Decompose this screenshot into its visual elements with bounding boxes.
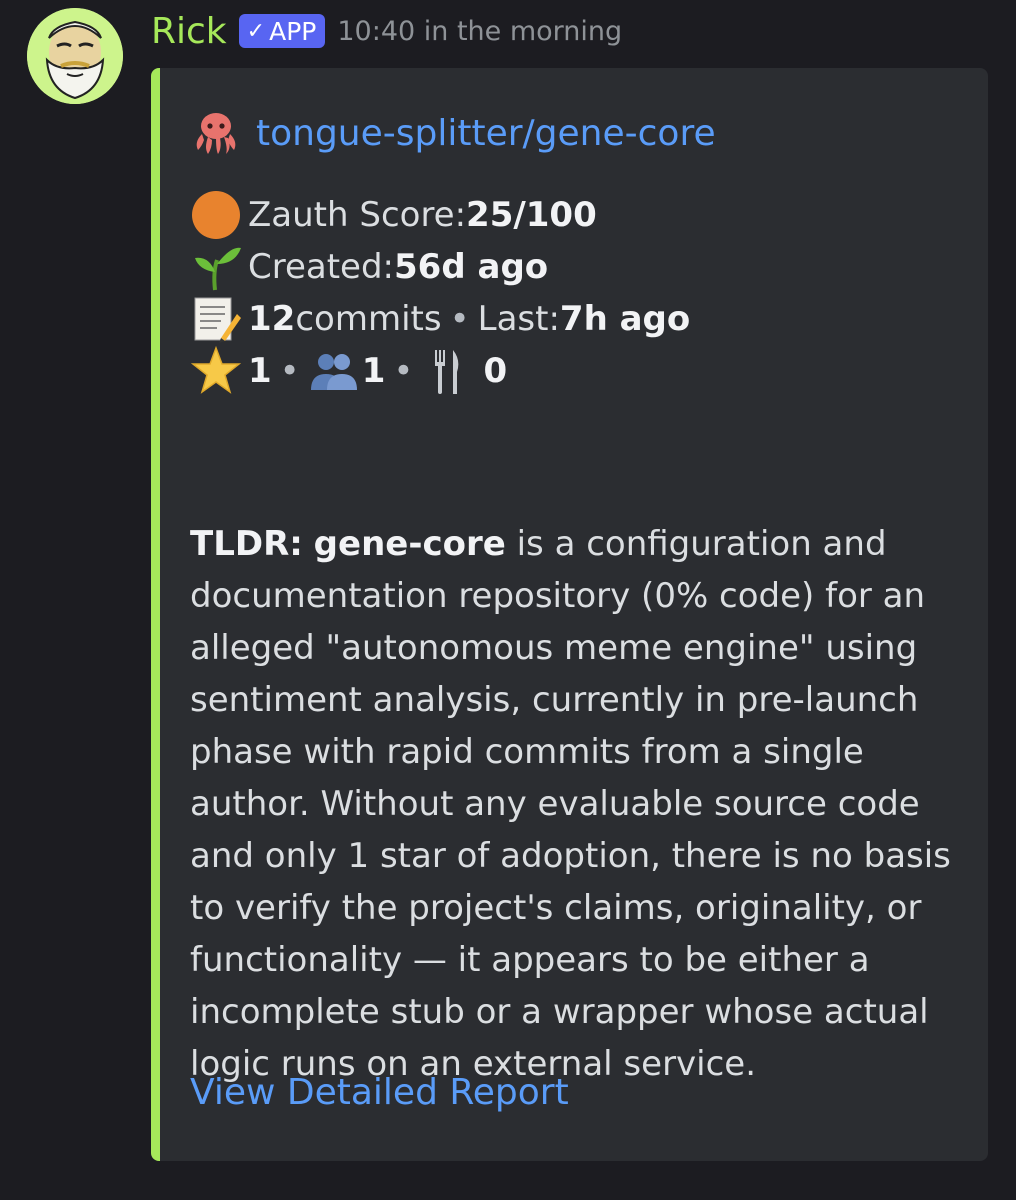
octopus-icon [196, 113, 236, 154]
separator-dot: • [279, 351, 300, 391]
tldr-summary: TLDR: gene-core is a configuration and d… [190, 518, 960, 1090]
tldr-label: TLDR: [190, 524, 303, 564]
contributors-icon [308, 345, 360, 397]
message-header: Rick ✓ APP 10:40 in the morning [151, 6, 622, 56]
tldr-subject: gene-core [313, 524, 506, 564]
stats-block: Zauth Score: 25/100 Created: 56d ago 12 … [190, 189, 690, 397]
star-icon [190, 345, 242, 397]
username[interactable]: Rick [151, 11, 227, 52]
embed-title: tongue-splitter/gene-core [190, 110, 716, 156]
avatar[interactable] [27, 8, 123, 104]
timestamp: 10:40 in the morning [337, 15, 623, 47]
app-badge-label: APP [269, 16, 317, 46]
score-value: 25/100 [466, 195, 597, 235]
embed-card: tongue-splitter/gene-core Zauth Score: 2… [151, 68, 988, 1161]
fork-knife-icon [421, 345, 473, 397]
created-line: Created: 56d ago [190, 241, 690, 293]
contributor-count: 1 [361, 351, 386, 391]
created-value: 56d ago [394, 247, 549, 287]
app-badge: ✓ APP [238, 14, 326, 48]
separator-dot: • [393, 351, 414, 391]
view-report-link[interactable]: View Detailed Report [190, 1072, 569, 1113]
commits-line: 12 commits • Last: 7h ago [190, 293, 690, 345]
score-line: Zauth Score: 25/100 [190, 189, 690, 241]
orange-circle-icon [190, 189, 242, 241]
last-commit-label: Last: [477, 299, 560, 339]
commit-count: 12 [248, 299, 296, 339]
wizard-face-icon [27, 8, 123, 104]
memo-icon [190, 293, 242, 345]
checkmark-icon: ✓ [246, 18, 266, 44]
last-commit-value: 7h ago [559, 299, 691, 339]
repo-link[interactable]: tongue-splitter/gene-core [256, 113, 716, 154]
chat-message: Rick ✓ APP 10:40 in the morning tongue-s… [0, 0, 1016, 1200]
separator-dot: • [449, 299, 470, 339]
metrics-line: 1 • 1 • 0 [190, 345, 690, 397]
commits-label: commits [295, 299, 442, 339]
seedling-icon [190, 241, 242, 293]
tldr-text: is a configuration and documentation rep… [190, 524, 951, 1084]
score-label: Zauth Score: [248, 195, 467, 235]
created-label: Created: [248, 247, 395, 287]
star-count: 1 [248, 351, 272, 391]
fork-count: 0 [483, 351, 508, 391]
